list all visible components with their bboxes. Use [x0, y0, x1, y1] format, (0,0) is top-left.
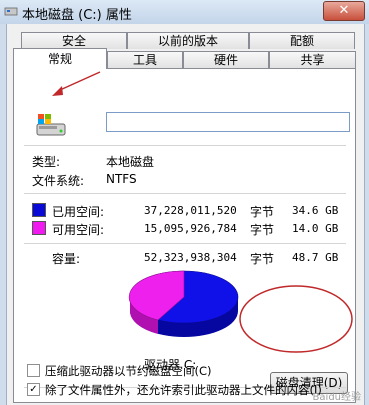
drive-icon — [4, 7, 18, 16]
free-space-bytes: 15,095,926,784 — [144, 222, 237, 235]
tab-sharing[interactable]: 共享 — [269, 51, 356, 68]
window-title: 本地磁盘 (C:) 属性 — [22, 8, 132, 23]
separator — [24, 243, 346, 244]
title-bar: 本地磁盘 (C:) 属性 ✕ — [0, 0, 369, 24]
separator — [24, 145, 346, 146]
separator — [24, 193, 346, 194]
capacity-label: 容量: — [52, 252, 81, 266]
free-space-unit: 字节 — [250, 223, 275, 237]
hard-drive-icon — [36, 114, 66, 136]
capacity-unit: 字节 — [250, 252, 275, 266]
type-value: 本地磁盘 — [106, 155, 155, 169]
drive-name-input[interactable] — [106, 112, 350, 132]
tab-hardware[interactable]: 硬件 — [183, 51, 269, 68]
free-space-size: 14.0 GB — [292, 222, 339, 235]
index-checkbox[interactable]: ✓ — [27, 383, 40, 396]
watermark: Baidu经验 — [312, 392, 361, 403]
tab-quota[interactable]: 配额 — [249, 32, 355, 49]
compress-label: 压缩此驱动器以节约磁盘空间(C) — [45, 364, 212, 378]
free-space-label: 可用空间: — [52, 223, 105, 237]
file-system-value: NTFS — [106, 172, 137, 186]
properties-dialog: 安全 以前的版本 配额 常规 工具 硬件 共享 类型: 本地磁盘 文件系统: N… — [6, 24, 365, 405]
used-space-swatch — [32, 203, 46, 217]
tab-tools[interactable]: 工具 — [107, 51, 183, 68]
general-panel: 类型: 本地磁盘 文件系统: NTFS 已用空间: 37,228,011,520… — [13, 68, 356, 403]
used-space-bytes: 37,228,011,520 — [144, 204, 237, 217]
close-button[interactable]: ✕ — [323, 1, 365, 21]
checkmark-icon: ✓ — [29, 384, 38, 395]
tab-security[interactable]: 安全 — [21, 32, 127, 49]
file-system-label: 文件系统: — [32, 174, 85, 188]
capacity-size: 48.7 GB — [292, 251, 339, 264]
disk-usage-pie — [128, 270, 239, 337]
used-space-size: 34.6 GB — [292, 204, 339, 217]
type-label: 类型: — [32, 155, 61, 169]
close-icon: ✕ — [338, 3, 350, 18]
compress-checkbox[interactable] — [27, 364, 40, 377]
used-space-label: 已用空间: — [52, 205, 105, 219]
capacity-bytes: 52,323,938,304 — [144, 251, 237, 264]
free-space-swatch — [32, 221, 46, 235]
tab-previous-versions[interactable]: 以前的版本 — [127, 32, 249, 49]
index-label: 除了文件属性外，还允许索引此驱动器上文件的内容(I) — [45, 383, 322, 397]
tab-general[interactable]: 常规 — [13, 48, 107, 69]
used-space-unit: 字节 — [250, 205, 275, 219]
